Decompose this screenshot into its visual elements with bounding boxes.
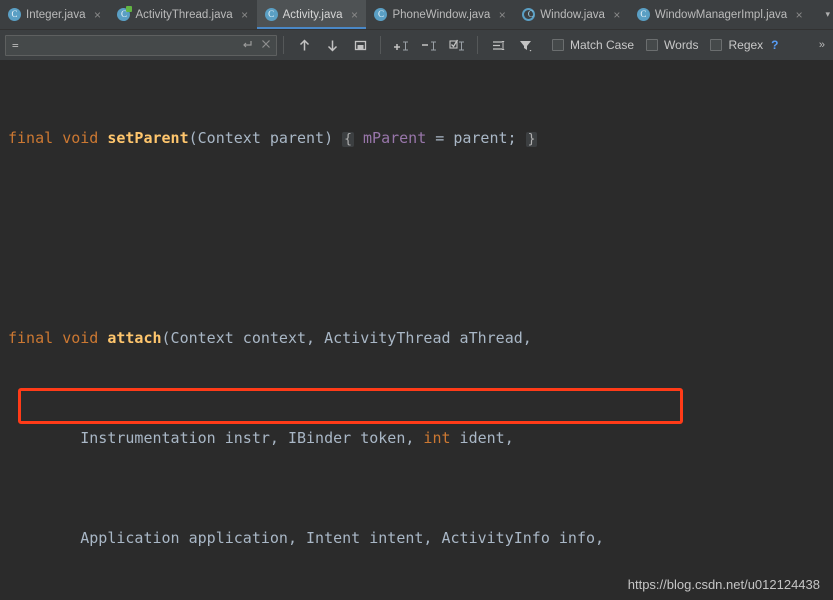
more-options-icon[interactable]: »: [819, 39, 829, 51]
code-line: Application application, Intent intent, …: [8, 529, 605, 547]
tab-integer-java[interactable]: Integer.java ×: [0, 0, 109, 29]
close-icon[interactable]: ×: [349, 9, 359, 21]
java-class-icon: [8, 7, 21, 21]
match-case-option[interactable]: Match Case: [552, 38, 634, 52]
tab-label: WindowManagerImpl.java: [654, 8, 788, 21]
find-next-arrow-down-icon[interactable]: [320, 34, 344, 56]
code-editor[interactable]: final void setParent(Context parent) { m…: [0, 61, 833, 600]
match-case-label: Match Case: [570, 38, 635, 52]
regex-label: Regex: [728, 38, 764, 52]
java-class-icon: [264, 7, 278, 21]
tab-label: Window.java: [540, 8, 605, 21]
add-selection-icon[interactable]: [389, 34, 413, 56]
editor-tab-bar: Integer.java × ActivityThread.java × Act…: [0, 0, 833, 30]
tab-windowmanagerimpl-java[interactable]: WindowManagerImpl.java ×: [629, 0, 811, 29]
code-content: final void setParent(Context parent) { m…: [0, 61, 833, 600]
filter-icon[interactable]: [514, 34, 538, 56]
close-icon[interactable]: ×: [612, 9, 622, 21]
code-line: Instrumentation instr, IBinder token, in…: [8, 429, 514, 447]
tab-phonewindow-java[interactable]: PhoneWindow.java ×: [366, 0, 514, 29]
find-toolbar: = Match Case Words Regex ? »: [0, 30, 833, 61]
tab-label: Integer.java: [26, 8, 86, 21]
close-icon[interactable]: ×: [497, 9, 507, 21]
java-class-icon: [636, 7, 650, 21]
watermark-url: https://blog.csdn.net/u012124438: [627, 577, 820, 592]
clear-search-close-icon[interactable]: [260, 38, 272, 52]
tab-activity-java[interactable]: Activity.java ×: [256, 0, 367, 29]
words-checkbox[interactable]: [646, 39, 659, 51]
tab-activitythread-java[interactable]: ActivityThread.java ×: [109, 0, 256, 29]
code-line: final void setParent(Context parent) { m…: [8, 129, 538, 147]
toolbar-divider: [283, 36, 284, 54]
search-input-value: =: [12, 38, 19, 52]
find-previous-arrow-up-icon[interactable]: [292, 34, 316, 56]
multiline-toggle-icon[interactable]: [241, 38, 254, 53]
close-icon[interactable]: ×: [92, 9, 102, 21]
regex-checkbox[interactable]: [710, 39, 723, 51]
match-case-checkbox[interactable]: [552, 39, 564, 51]
remove-selection-icon[interactable]: [417, 34, 441, 56]
ide-window: Integer.java × ActivityThread.java × Act…: [0, 0, 833, 600]
toolbar-divider: [477, 36, 478, 54]
tab-window-java[interactable]: Window.java ×: [514, 0, 629, 29]
filter-lines-icon[interactable]: [486, 34, 510, 56]
select-all-checkbox-icon[interactable]: [445, 34, 469, 56]
java-class-icon: [117, 6, 133, 21]
tab-label: ActivityThread.java: [135, 8, 233, 21]
java-abstract-class-icon: [522, 8, 537, 21]
tab-label: PhoneWindow.java: [392, 8, 491, 21]
tab-overflow-chevron-down-icon[interactable]: ▾: [822, 0, 833, 29]
modified-badge-icon: [126, 6, 133, 12]
code-line: final void attach(Context context, Activ…: [8, 329, 532, 347]
close-icon[interactable]: ×: [794, 9, 804, 21]
words-option[interactable]: Words: [646, 38, 698, 52]
select-all-occurrences-icon[interactable]: [348, 34, 372, 56]
search-input[interactable]: =: [5, 34, 277, 56]
close-icon[interactable]: ×: [240, 9, 250, 21]
java-class-icon: [374, 7, 388, 21]
regex-help-icon[interactable]: ?: [771, 38, 778, 52]
toolbar-divider: [380, 36, 381, 54]
tab-label: Activity.java: [282, 8, 343, 21]
words-label: Words: [664, 38, 699, 52]
regex-option[interactable]: Regex: [710, 38, 763, 52]
